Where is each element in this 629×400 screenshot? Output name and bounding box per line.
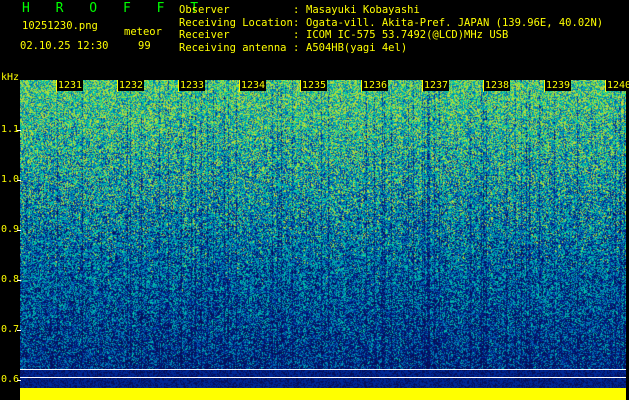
- signal-level-bar: [20, 388, 626, 400]
- minute-label: 1236: [362, 80, 389, 91]
- info-value-location: Ogata-vill. Akita-Pref. JAPAN (139.96E, …: [306, 16, 604, 29]
- reference-line: [20, 377, 626, 378]
- y-tick-mark: [17, 380, 21, 381]
- info-value-antenna: A504HB(yagi 4el): [306, 41, 408, 54]
- meteor-label: meteor: [124, 26, 162, 38]
- info-separators: : : : :: [293, 4, 299, 54]
- info-label-antenna: Receiving antenna: [179, 41, 287, 54]
- info-value-receiver: ICOM IC-575 53.7492(@LCD)MHz USB: [306, 29, 509, 41]
- minute-label: 1239: [545, 80, 572, 91]
- y-tick-mark: [17, 230, 21, 231]
- minute-label: 1234: [240, 80, 267, 91]
- timestamp-label: 02.10.25 12:30: [20, 40, 109, 52]
- minute-label: 1233: [179, 80, 206, 91]
- info-values: Masayuki Kobayashi Ogata-vill. Akita-Pre…: [306, 4, 603, 54]
- info-label-location: Receiving Location: [179, 16, 293, 29]
- info-labels: Observer Receiving Location Receiver Rec…: [179, 4, 293, 54]
- y-tick-mark: [17, 280, 21, 281]
- meteor-count: 99: [138, 40, 151, 52]
- minute-label: 1237: [423, 80, 450, 91]
- info-separator: :: [293, 16, 300, 29]
- minute-label: 1232: [118, 80, 145, 91]
- minute-label: 1231: [57, 80, 84, 91]
- y-axis-unit: kHz: [1, 72, 20, 83]
- y-tick-mark: [17, 130, 21, 131]
- y-tick-mark: [17, 330, 21, 331]
- minute-label: 1240: [606, 80, 629, 91]
- reference-line: [20, 369, 626, 370]
- info-label-receiver: Receiver: [179, 29, 230, 41]
- info-separator: :: [293, 41, 300, 54]
- minute-label: 1235: [301, 80, 328, 91]
- minute-label: 1238: [484, 80, 511, 91]
- filename-label: 10251230.png: [22, 20, 98, 32]
- spectrogram-plot: [20, 80, 626, 396]
- info-separator: :: [293, 29, 300, 41]
- info-label-observer: Observer: [179, 4, 230, 16]
- info-value-observer: Masayuki Kobayashi: [306, 4, 420, 16]
- spectrogram-canvas: [20, 80, 626, 396]
- y-tick-mark: [17, 180, 21, 181]
- info-separator: :: [293, 4, 300, 16]
